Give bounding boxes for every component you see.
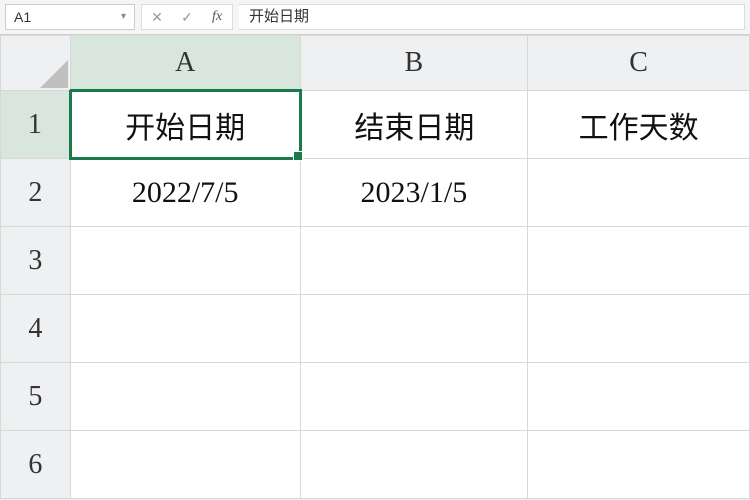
cell-content	[301, 431, 528, 498]
cell-B3[interactable]	[300, 227, 528, 295]
column-header-B[interactable]: B	[300, 36, 528, 91]
select-all-corner[interactable]	[1, 36, 71, 91]
cell-content: 2022/7/5	[71, 160, 300, 226]
cell-B6[interactable]	[300, 431, 528, 499]
name-box-value: A1	[14, 5, 31, 29]
cell-content	[301, 227, 528, 294]
cell-content	[528, 295, 749, 362]
column-header-C[interactable]: C	[528, 36, 750, 91]
cell-content	[71, 295, 300, 362]
cell-content	[71, 431, 300, 498]
row-header-3[interactable]: 3	[1, 227, 71, 295]
formula-buttons: ✕ ✓ fx	[141, 4, 233, 30]
confirm-button[interactable]: ✓	[172, 5, 202, 29]
formula-input[interactable]: 开始日期	[239, 4, 745, 30]
formula-bar: A1 ▾ ✕ ✓ fx 开始日期	[0, 0, 750, 35]
cell-content: 结束日期	[302, 91, 528, 158]
cell-C3[interactable]	[528, 227, 750, 295]
cell-A5[interactable]	[70, 363, 300, 431]
row-header-1[interactable]: 1	[1, 91, 71, 159]
cell-content: 2023/1/5	[301, 159, 528, 226]
cell-B2[interactable]: 2023/1/5	[300, 159, 528, 227]
cell-content	[71, 227, 300, 294]
cell-content	[301, 295, 528, 362]
name-box[interactable]: A1 ▾	[5, 4, 135, 30]
cell-content	[528, 431, 749, 498]
cell-content	[528, 227, 749, 294]
chevron-down-icon: ▾	[121, 5, 126, 29]
cell-B4[interactable]	[300, 295, 528, 363]
cell-B5[interactable]	[300, 363, 528, 431]
cell-A6[interactable]	[70, 431, 300, 499]
cell-content: 开始日期	[72, 92, 299, 157]
row-header-5[interactable]: 5	[1, 363, 71, 431]
cell-C4[interactable]	[528, 295, 750, 363]
cancel-button[interactable]: ✕	[142, 5, 172, 29]
cell-content	[528, 363, 749, 430]
cell-content	[71, 363, 300, 430]
spreadsheet-grid: A B C 1 开始日期 结束日期 工作天数 2 2022/7/5 2023/1…	[0, 35, 750, 499]
cell-C2[interactable]	[528, 159, 750, 227]
row-header-2[interactable]: 2	[1, 159, 71, 227]
cell-A2[interactable]: 2022/7/5	[70, 159, 300, 227]
cell-C6[interactable]	[528, 431, 750, 499]
column-header-A[interactable]: A	[70, 36, 300, 91]
row-header-4[interactable]: 4	[1, 295, 71, 363]
cell-B1[interactable]: 结束日期	[300, 91, 528, 159]
cell-A1[interactable]: 开始日期	[70, 91, 300, 159]
cell-content	[301, 363, 528, 430]
insert-function-button[interactable]: fx	[202, 5, 232, 29]
row-header-6[interactable]: 6	[1, 431, 71, 499]
cell-content	[528, 159, 749, 226]
cell-C1[interactable]: 工作天数	[528, 91, 750, 159]
cell-A3[interactable]	[70, 227, 300, 295]
cell-C5[interactable]	[528, 363, 750, 431]
cell-A4[interactable]	[70, 295, 300, 363]
cell-content: 工作天数	[528, 91, 749, 158]
